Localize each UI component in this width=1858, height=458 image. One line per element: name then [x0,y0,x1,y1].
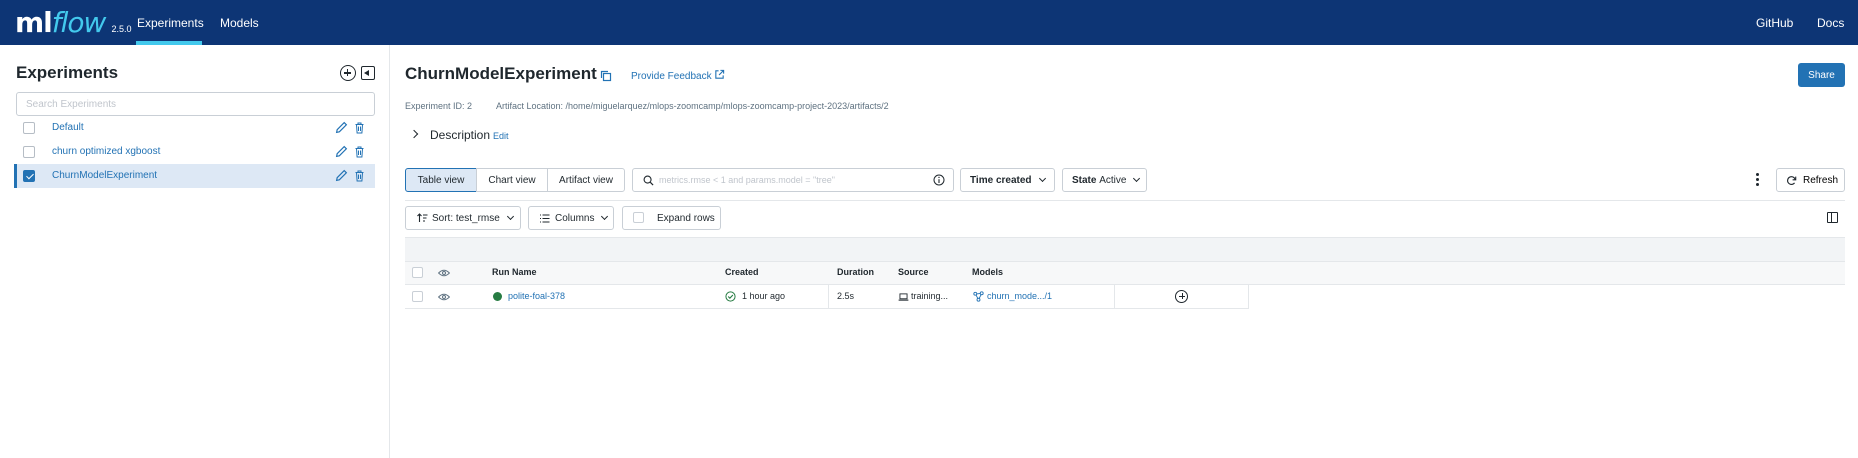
experiment-item-churn-optimized-xgboost[interactable]: churn optimized xgboost [14,140,375,164]
share-button[interactable]: Share [1798,63,1845,87]
sort-icon [417,213,428,222]
edit-icon[interactable] [335,169,348,182]
column-divider [1114,285,1115,309]
artifact-location: Artifact Location: /home/miguelarquez/ml… [496,101,889,111]
experiment-name[interactable]: Default [52,122,84,133]
experiment-checkbox-checked[interactable] [23,170,35,182]
refresh-button[interactable]: Refresh [1776,168,1845,192]
create-experiment-icon[interactable] [340,65,356,81]
edit-icon[interactable] [335,145,348,158]
nav-models[interactable]: Models [220,16,259,30]
external-link-icon[interactable] [714,69,725,80]
select-all-checkbox[interactable] [412,267,423,278]
state-label: State [1072,174,1097,186]
trash-icon[interactable] [354,146,365,158]
info-icon[interactable] [933,174,945,186]
experiment-item-churnmodelexperiment[interactable]: ChurnModelExperiment [14,164,375,188]
run-created: 1 hour ago [742,291,786,301]
version-label: 2.5.0 [111,24,132,34]
chevron-down-icon [506,212,514,221]
refresh-label: Refresh [1803,175,1839,186]
column-header-source[interactable]: Source [898,267,929,277]
edit-icon[interactable] [335,121,348,134]
column-header-models[interactable]: Models [972,267,1003,277]
expand-rows-label: Expand rows [657,213,715,224]
column-divider [828,285,829,309]
row-checkbox[interactable] [412,291,423,302]
run-model-link[interactable]: churn_mode.../1 [987,291,1052,301]
table-header [405,262,1845,285]
experiments-sidebar: Experiments Default churn optimized xgbo… [0,45,390,458]
chevron-down-icon [601,212,609,221]
toolbar-divider [405,200,1845,201]
description-toggle[interactable]: Description [430,128,490,142]
eye-icon[interactable] [438,269,450,277]
copy-icon[interactable] [600,70,612,82]
more-options-icon[interactable] [1756,173,1759,187]
chevron-down-icon [1038,174,1046,183]
top-nav-bar: ml flow 2.5.0 Experiments Models GitHub D… [0,0,1858,45]
search-icon [643,175,654,186]
tab-chart-view[interactable]: Chart view [476,168,548,192]
mlflow-logo[interactable]: ml flow 2.5.0 [15,6,131,39]
collapse-sidebar-icon[interactable] [361,66,375,80]
experiment-name[interactable]: ChurnModelExperiment [52,170,157,181]
run-name-link[interactable]: polite-foal-378 [508,291,565,301]
expand-rows-toggle[interactable]: Expand rows [622,206,721,230]
state-dropdown[interactable]: State Active [1062,168,1147,192]
nav-github[interactable]: GitHub [1756,16,1793,30]
run-filter-box[interactable] [632,168,954,192]
description-edit-link[interactable]: Edit [493,131,509,141]
columns-icon [540,213,550,223]
time-created-label: Time created [970,174,1032,186]
columns-dropdown[interactable]: Columns [528,206,614,230]
tab-artifact-view[interactable]: Artifact view [547,168,625,192]
experiment-name[interactable]: churn optimized xgboost [52,146,160,157]
refresh-icon [1787,176,1797,185]
chevron-down-icon [1133,174,1141,183]
experiment-search-input[interactable] [16,92,375,116]
columns-label: Columns [555,212,595,224]
sort-dropdown[interactable]: Sort: test_rmse [405,206,521,230]
sidebar-title: Experiments [16,63,119,82]
trash-icon[interactable] [354,122,365,134]
experiment-checkbox[interactable] [23,122,35,134]
experiment-title: ChurnModelExperiment [405,64,597,83]
expand-rows-checkbox[interactable] [633,212,644,223]
column-header-duration[interactable]: Duration [837,267,874,277]
toggle-side-panel-icon[interactable] [1827,212,1838,223]
run-filter-input[interactable] [659,173,909,187]
model-icon [973,291,984,302]
experiment-id: Experiment ID: 2 [405,101,473,111]
tab-table-view[interactable]: Table view [405,168,477,192]
logo-flow-text: flow [51,6,107,39]
state-value: Active [1099,174,1127,186]
eye-icon[interactable] [438,293,450,301]
column-header-run-name[interactable]: Run Name [492,267,537,277]
table-group-header [405,237,1845,262]
provide-feedback-link[interactable]: Provide Feedback [631,71,712,82]
chevron-right-icon[interactable] [409,129,419,139]
run-duration: 2.5s [837,291,855,301]
logo-ml-text: ml [15,6,53,39]
column-header-created[interactable]: Created [725,267,759,277]
nav-experiments[interactable]: Experiments [137,16,204,30]
laptop-icon [898,293,909,301]
run-status-dot [493,292,502,301]
experiment-item-default[interactable]: Default [14,116,375,140]
sort-label: Sort: test_rmse [432,212,500,224]
nav-docs[interactable]: Docs [1817,16,1844,30]
time-created-dropdown[interactable]: Time created [960,168,1055,192]
run-source[interactable]: training... [911,291,948,301]
experiment-checkbox[interactable] [23,146,35,158]
add-column-icon[interactable] [1175,290,1188,303]
trash-icon[interactable] [354,170,365,182]
check-circle-icon [725,291,736,302]
